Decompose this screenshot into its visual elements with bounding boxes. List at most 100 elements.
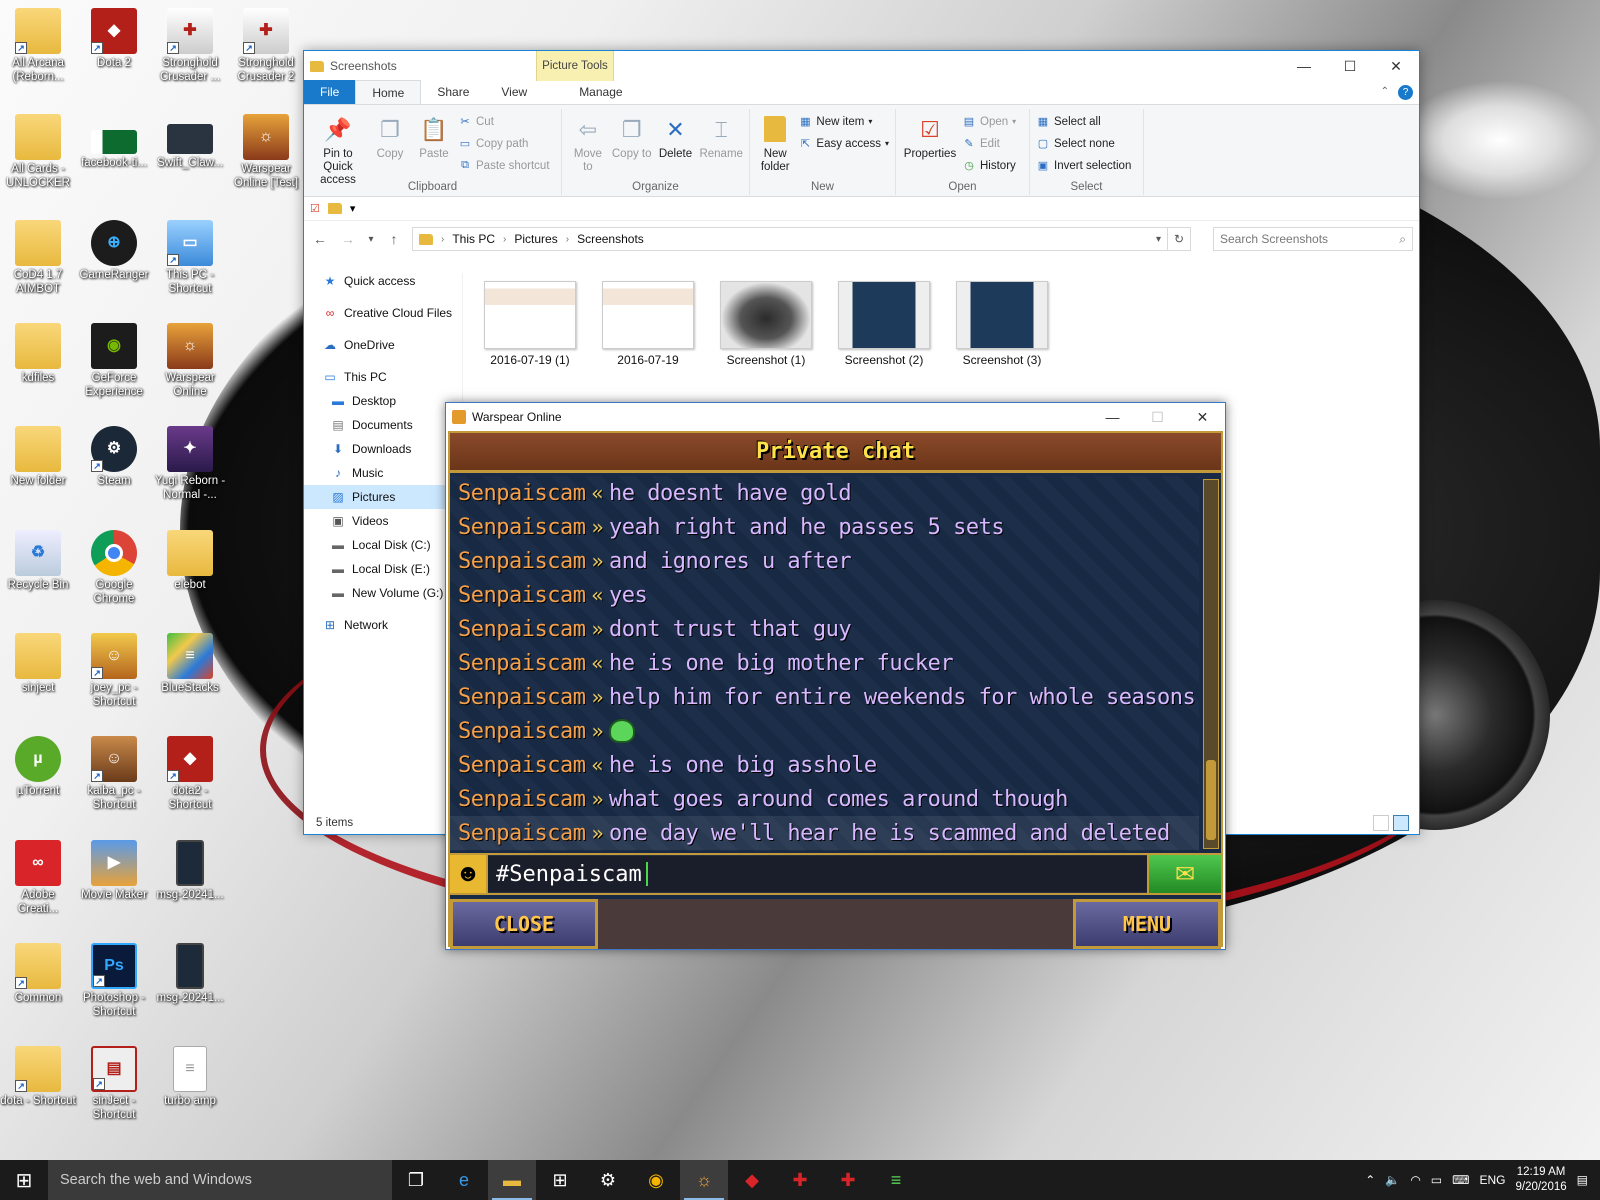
explorer-titlebar[interactable]: Screenshots Picture Tools — ☐ ✕	[304, 51, 1419, 81]
tab-manage[interactable]: Manage	[563, 80, 638, 104]
wifi-icon[interactable]: ◠	[1410, 1173, 1420, 1187]
search-input[interactable]: Search Screenshots ⌕	[1213, 227, 1413, 251]
desktop-icon[interactable]: ♻ Recycle Bin	[0, 530, 76, 592]
desktop-icon[interactable]: ✚ ↗ Stronghold Crusader ...	[152, 8, 228, 84]
nav-item-this-pc[interactable]: ▭ This PC	[304, 365, 456, 389]
smiley-button[interactable]: ☻	[450, 855, 488, 893]
menu-button[interactable]: MENU	[1073, 899, 1221, 949]
nav-item-documents[interactable]: ▤ Documents	[304, 413, 456, 437]
cut-button[interactable]: ✂ Cut	[458, 112, 550, 131]
nav-item-local-disk-e[interactable]: ▬ Local Disk (E:)	[304, 557, 456, 581]
file-item[interactable]: Screenshot (1)	[717, 281, 815, 367]
tab-view[interactable]: View	[485, 80, 543, 104]
taskbar-steam[interactable]: ⚙	[584, 1160, 632, 1200]
desktop-icon[interactable]: ↗ Common	[0, 943, 76, 1005]
close-button[interactable]: ✕	[1373, 51, 1419, 81]
desktop-icon[interactable]: New folder	[0, 426, 76, 488]
nav-item-new-volume-g[interactable]: ▬ New Volume (G:)	[304, 581, 456, 605]
taskbar-warspear[interactable]: ☼	[680, 1160, 728, 1200]
select-none-button[interactable]: ▢ Select none	[1036, 134, 1131, 153]
nav-item-desktop[interactable]: ▬ Desktop	[304, 389, 456, 413]
file-item[interactable]: 2016-07-19	[599, 281, 697, 367]
nav-item-downloads[interactable]: ⬇ Downloads	[304, 437, 456, 461]
details-view-icon[interactable]	[1373, 815, 1389, 831]
scrollbar-thumb[interactable]	[1206, 760, 1216, 840]
game-minimize-button[interactable]: —	[1090, 403, 1135, 431]
desktop-icon[interactable]: ✦ Yugi Reborn - Normal -...	[152, 426, 228, 502]
tab-share[interactable]: Share	[421, 80, 485, 104]
nav-item-local-disk-c[interactable]: ▬ Local Disk (C:)	[304, 533, 456, 557]
start-button[interactable]: ⊞	[0, 1160, 48, 1200]
volume-icon[interactable]: 🔈	[1385, 1173, 1400, 1187]
desktop-icon[interactable]: msg-20241...	[152, 840, 228, 902]
keyboard-icon[interactable]: ⌨	[1452, 1173, 1469, 1187]
desktop-icon[interactable]: Ps ↗ Photoshop - Shortcut	[76, 943, 152, 1019]
desktop-icon[interactable]: ↗ dota - Shortcut	[0, 1046, 76, 1108]
minimize-button[interactable]: —	[1281, 51, 1327, 81]
desktop-icon[interactable]: ▭ ↗ This PC - Shortcut	[152, 220, 228, 296]
up-arrow-icon[interactable]: ↑	[384, 231, 404, 247]
nav-item-music[interactable]: ♪ Music	[304, 461, 456, 485]
taskbar-dota[interactable]: ◆	[728, 1160, 776, 1200]
game-close-button[interactable]: ✕	[1180, 403, 1225, 431]
file-item[interactable]: Screenshot (3)	[953, 281, 1051, 367]
taskbar-stronghold-2[interactable]: ✚	[824, 1160, 872, 1200]
nav-item-creative-cloud[interactable]: ∞ Creative Cloud Files	[304, 301, 456, 325]
desktop-icon[interactable]: ☺ ↗ kaiba_pc - Shortcut	[76, 736, 152, 812]
taskbar-stronghold[interactable]: ✚	[776, 1160, 824, 1200]
send-message-button[interactable]: ✉	[1147, 855, 1221, 893]
desktop-icon[interactable]: elebot	[152, 530, 228, 592]
language-indicator[interactable]: ENG	[1479, 1173, 1505, 1187]
taskbar-store[interactable]: ⊞	[536, 1160, 584, 1200]
desktop-icon[interactable]: sinject	[0, 633, 76, 695]
recent-locations-icon[interactable]: ▾	[366, 234, 376, 245]
nav-item-videos[interactable]: ▣ Videos	[304, 509, 456, 533]
customize-qat-icon[interactable]: ▾	[350, 202, 356, 215]
chat-messages[interactable]: Senpaiscam «he doesnt have gold Senpaisca…	[450, 476, 1199, 851]
address-bar[interactable]: › This PC › Pictures › Screenshots ▾	[412, 227, 1168, 251]
taskbar-bluestacks[interactable]: ≡	[872, 1160, 920, 1200]
desktop-icon[interactable]: Swift_Claw...	[152, 114, 228, 170]
nav-item-pictures[interactable]: ▨ Pictures	[304, 485, 456, 509]
maximize-button[interactable]: ☐	[1327, 51, 1373, 81]
desktop-icon[interactable]: ◆ ↗ Dota 2	[76, 8, 152, 70]
desktop-icon[interactable]: CoD4 1.7 AIMBOT	[0, 220, 76, 296]
open-button[interactable]: ▤ Open ▾	[962, 112, 1016, 131]
desktop-icon[interactable]: ☺ ↗ joey_pc - Shortcut	[76, 633, 152, 709]
desktop-icon[interactable]: ≡ BlueStacks	[152, 633, 228, 695]
forward-arrow-icon[interactable]: →	[338, 231, 358, 247]
new-item-button[interactable]: ▦ New item ▾	[798, 112, 889, 131]
chat-scrollbar[interactable]	[1203, 479, 1219, 849]
nav-item-network[interactable]: ⊞ Network	[304, 613, 456, 637]
desktop-icon[interactable]: ◉ GeForce Experience	[76, 323, 152, 399]
select-all-button[interactable]: ▦ Select all	[1036, 112, 1131, 131]
close-chat-button[interactable]: CLOSE	[450, 899, 598, 949]
desktop-icon[interactable]: Google Chrome	[76, 530, 152, 606]
desktop-icon[interactable]: ☼ Warspear Online	[152, 323, 228, 399]
desktop-icon[interactable]: ▤ ↗ sinJect - Shortcut	[76, 1046, 152, 1122]
copy-path-button[interactable]: ▭ Copy path	[458, 134, 550, 153]
tab-file[interactable]: File	[304, 80, 356, 104]
game-titlebar[interactable]: Warspear Online — ☐ ✕	[446, 403, 1225, 431]
desktop-icon[interactable]: ≡ turbo amp	[152, 1046, 228, 1108]
desktop-icon[interactable]: All Cards - UNLOCKER	[0, 114, 76, 190]
paste-shortcut-button[interactable]: ⧉ Paste shortcut	[458, 156, 549, 175]
back-arrow-icon[interactable]: ←	[310, 231, 330, 247]
easy-access-button[interactable]: ⇱ Easy access ▾	[798, 134, 889, 153]
show-hidden-icons-icon[interactable]: ⌃	[1365, 1173, 1375, 1187]
task-view-button[interactable]: ❐	[392, 1160, 440, 1200]
history-button[interactable]: ◷ History	[962, 156, 1016, 175]
desktop-icon[interactable]: µ µTorrent	[0, 736, 76, 798]
desktop-icon[interactable]: ☼ Warspear Online [Test]	[228, 114, 304, 190]
edit-button[interactable]: ✎ Edit	[962, 134, 1016, 153]
desktop-icon[interactable]: ⚙ ↗ Steam	[76, 426, 152, 488]
taskbar-edge[interactable]: e	[440, 1160, 488, 1200]
nav-item-quick-access[interactable]: ★ Quick access	[304, 269, 456, 293]
file-item[interactable]: Screenshot (2)	[835, 281, 933, 367]
taskbar-search-input[interactable]: Search the web and Windows	[48, 1160, 392, 1200]
breadcrumb-this-pc[interactable]: This PC	[452, 232, 495, 246]
desktop-icon[interactable]: ▶ Movie Maker	[76, 840, 152, 902]
taskbar-chrome[interactable]: ◉	[632, 1160, 680, 1200]
battery-icon[interactable]: ▭	[1431, 1173, 1442, 1187]
new-folder-qat-icon[interactable]	[327, 203, 342, 214]
